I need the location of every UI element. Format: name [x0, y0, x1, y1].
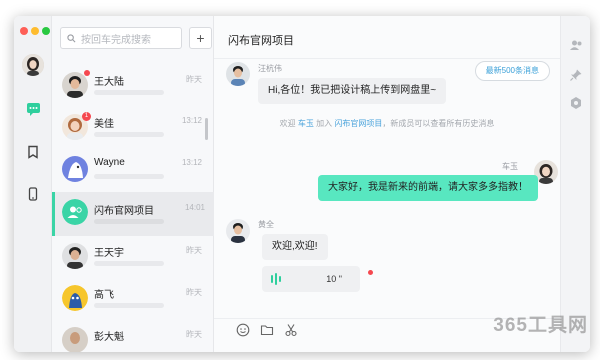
message-bubble[interactable]: Hi,各位！我已把设计稿上传到网盘里~: [258, 78, 447, 104]
right-rail: [560, 16, 590, 352]
emoji-icon[interactable]: [236, 323, 250, 337]
group-members-icon[interactable]: [569, 38, 583, 52]
sender-name: 车玉: [502, 162, 518, 171]
add-button[interactable]: +: [189, 27, 212, 49]
list-scrollbar[interactable]: [205, 118, 208, 140]
notice-prefix: 欢迎: [279, 119, 296, 128]
conversation-name: 王天宇: [94, 248, 124, 259]
preview-placeholder: [94, 174, 164, 179]
minimize-window-button[interactable]: [31, 27, 39, 35]
conversation-item[interactable]: Wayne 13:12: [52, 149, 214, 191]
unread-badge: 1: [82, 112, 91, 121]
conversation-name: 彭大魁: [94, 332, 124, 343]
message-bubble[interactable]: 欢迎,欢迎!: [262, 234, 328, 260]
conversation-item-active[interactable]: 闪布官网项目 14:01: [52, 192, 214, 236]
settings-icon[interactable]: [569, 96, 583, 110]
preview-placeholder: [94, 303, 164, 308]
notice-mid: 加入: [316, 119, 333, 128]
notice-group-link[interactable]: 闪布官网项目: [334, 119, 382, 128]
conversation-item[interactable]: 王天宇 昨天: [52, 236, 214, 278]
search-placeholder: 按回车完成搜索: [81, 34, 151, 46]
avatar: [62, 72, 88, 98]
conversation-item[interactable]: 高飞 昨天: [52, 278, 214, 320]
conversation-name: 美佳: [94, 119, 114, 130]
avatar: [62, 156, 88, 182]
maximize-window-button[interactable]: [42, 27, 50, 35]
my-avatar[interactable]: [22, 54, 44, 76]
message-bubble-outgoing[interactable]: 大家好，我是新来的前端，请大家多多指教！: [318, 175, 538, 201]
avatar: [62, 243, 88, 269]
conversation-name: 高飞: [94, 290, 114, 301]
new-messages-button[interactable]: 最新500条消息: [474, 61, 550, 81]
search-icon: [67, 33, 76, 42]
chat-panel: 闪布官网项目 最新500条消息 汪杭伟 Hi,各位！我已把设计稿上传到网盘里~ …: [214, 16, 560, 352]
notice-suffix: ，新成员可以查看所有历史消息: [382, 119, 495, 128]
avatar: [62, 327, 88, 352]
avatar: [62, 285, 88, 311]
preview-placeholder: [94, 219, 164, 224]
conversation-time: 昨天: [186, 330, 202, 339]
conversation-time: 14:01: [184, 203, 205, 212]
sender-name: 黄全: [258, 220, 274, 229]
chat-title: 闪布官网项目: [228, 35, 294, 47]
preview-placeholder: [94, 132, 164, 137]
conversation-name: 闪布官网项目: [94, 206, 154, 217]
screenshot-stage: 按回车完成搜索 + 王大陆 昨天 1 美佳 13:12 Wayne 13:12 …: [0, 0, 600, 360]
search-input[interactable]: 按回车完成搜索: [60, 27, 182, 49]
conversation-time: 昨天: [186, 246, 202, 255]
voice-message[interactable]: 10 ": [262, 266, 360, 292]
window-controls: [20, 27, 50, 35]
chat-icon[interactable]: [24, 100, 42, 118]
conversation-time: 13:12: [181, 158, 202, 167]
preview-placeholder: [94, 90, 164, 95]
voice-duration: 10 ": [326, 274, 342, 284]
conversation-name: Wayne: [94, 157, 125, 168]
watermark: 365工具网: [493, 315, 588, 336]
left-rail: [14, 16, 52, 352]
avatar: [226, 219, 250, 243]
sender-name: 汪杭伟: [258, 64, 282, 73]
folder-icon[interactable]: [260, 323, 274, 337]
conversation-item[interactable]: 王大陆 昨天: [52, 65, 214, 107]
preview-placeholder: [94, 261, 164, 266]
conversation-list: 按回车完成搜索 + 王大陆 昨天 1 美佳 13:12 Wayne 13:12 …: [52, 16, 214, 352]
bookmark-icon[interactable]: [24, 143, 42, 161]
conversation-time: 13:12: [181, 116, 202, 125]
phone-icon[interactable]: [24, 185, 42, 203]
voice-wave-icon: [271, 273, 281, 285]
close-window-button[interactable]: [20, 27, 28, 35]
pin-icon[interactable]: [569, 68, 583, 82]
app-window: 按回车完成搜索 + 王大陆 昨天 1 美佳 13:12 Wayne 13:12 …: [14, 16, 590, 352]
conversation-name: 王大陆: [94, 77, 124, 88]
avatar: [226, 62, 250, 86]
group-avatar: [62, 199, 88, 225]
system-notice: 欢迎 车玉 加入 闪布官网项目，新成员可以查看所有历史消息: [214, 118, 560, 129]
header-divider: [214, 58, 560, 59]
conversation-item[interactable]: 1 美佳 13:12: [52, 107, 214, 149]
conversation-item[interactable]: 彭大魁 昨天: [52, 320, 214, 352]
voice-unread-dot: [368, 270, 373, 275]
unread-dot: [84, 70, 90, 76]
notice-user-link[interactable]: 车玉: [298, 119, 314, 128]
scissors-icon[interactable]: [284, 323, 298, 337]
conversation-time: 昨天: [186, 75, 202, 84]
conversation-time: 昨天: [186, 288, 202, 297]
